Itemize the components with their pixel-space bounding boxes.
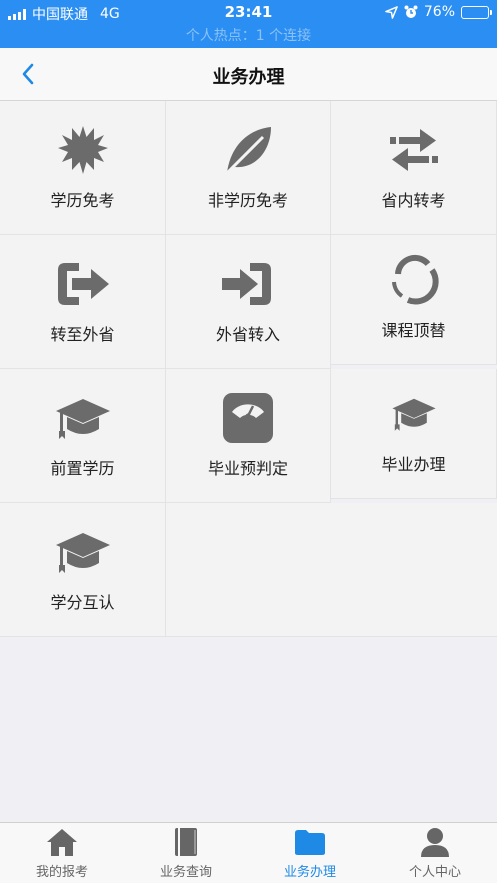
service-label: 前置学历 — [50, 459, 115, 478]
service-tile-transfer-out[interactable]: 转至外省 — [0, 235, 166, 369]
service-label: 非学历免考 — [207, 191, 288, 210]
navigation-bar: 业务办理 — [0, 48, 497, 101]
hotspot-banner[interactable]: 个人热点：1 个连接 — [0, 25, 497, 45]
alarm-clock-icon — [404, 5, 418, 18]
status-bar: 中国联通 4G 23:41 76% 个人热点：1 个连接 — [0, 0, 497, 48]
status-right: 76% — [385, 4, 492, 20]
tab-business-query[interactable]: 业务查询 — [124, 823, 248, 883]
battery-icon — [461, 5, 492, 19]
folder-icon — [248, 826, 372, 858]
location-arrow-icon — [385, 5, 398, 19]
tab-bar: 我的报考 业务查询 业务办理 个人中心 — [0, 822, 497, 883]
page-title: 业务办理 — [212, 67, 285, 88]
book-icon — [124, 826, 248, 858]
graduation-cap-icon — [0, 525, 165, 579]
user-icon — [373, 826, 497, 858]
sign-out-icon — [0, 257, 165, 311]
service-label: 转至外省 — [50, 325, 115, 344]
service-tile-graduation-processing[interactable]: 毕业办理 — [331, 369, 497, 499]
service-label: 外省转入 — [215, 325, 280, 344]
service-label: 毕业办理 — [381, 455, 446, 474]
service-tile-course-substitution[interactable]: 课程顶替 — [331, 235, 497, 365]
starburst-icon — [0, 123, 165, 177]
home-icon — [0, 826, 124, 858]
tab-business-handling[interactable]: 业务办理 — [248, 823, 372, 883]
sign-in-icon — [166, 257, 330, 311]
empty-tile — [166, 503, 497, 637]
battery-percent: 76% — [423, 4, 455, 20]
service-label: 省内转考 — [381, 191, 446, 210]
service-label: 毕业预判定 — [207, 459, 288, 478]
service-tile-credit-recognition[interactable]: 学分互认 — [0, 503, 166, 637]
tab-personal-center[interactable]: 个人中心 — [373, 823, 497, 883]
service-label: 课程顶替 — [381, 321, 446, 340]
service-tile-graduation-prejudgment[interactable]: 毕业预判定 — [166, 369, 331, 503]
service-grid: 学历免考 非学历免考 省内转考 转至外省 外省转入 课程顶替 前置学历 毕业预判… — [0, 101, 497, 637]
tab-label: 业务查询 — [159, 865, 212, 880]
graduation-cap-icon — [0, 391, 165, 445]
circle-arrows-icon — [331, 253, 496, 307]
service-tile-non-degree-exemption[interactable]: 非学历免考 — [166, 101, 331, 235]
graduation-cap-icon — [331, 391, 496, 437]
tab-label: 我的报考 — [35, 865, 88, 880]
service-label: 学分互认 — [50, 593, 115, 612]
service-tile-in-province-transfer[interactable]: 省内转考 — [331, 101, 497, 235]
service-tile-exam-exemption[interactable]: 学历免考 — [0, 101, 166, 235]
tab-label: 个人中心 — [408, 865, 461, 880]
tab-label: 业务办理 — [283, 865, 336, 880]
leaf-icon — [166, 123, 330, 177]
service-label: 学历免考 — [50, 191, 115, 210]
scale-icon — [166, 391, 330, 445]
tab-my-registration[interactable]: 我的报考 — [0, 823, 124, 883]
swap-arrows-icon — [331, 123, 496, 177]
service-tile-prior-education[interactable]: 前置学历 — [0, 369, 166, 503]
service-tile-transfer-in[interactable]: 外省转入 — [166, 235, 331, 369]
